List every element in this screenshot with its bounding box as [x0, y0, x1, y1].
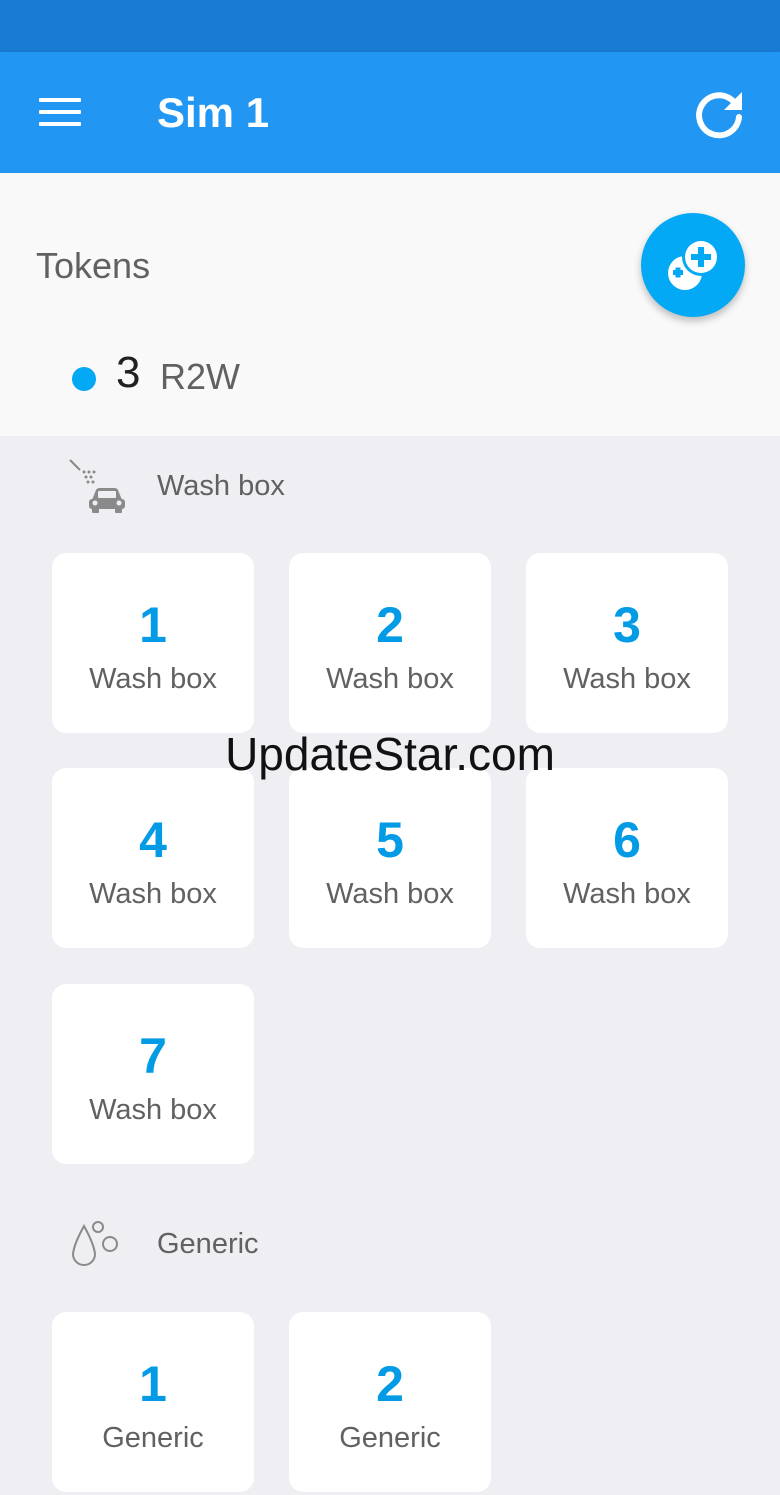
- wash-box-card-7[interactable]: 7 Wash box: [52, 984, 254, 1164]
- watermark: UpdateStar.com: [225, 728, 555, 780]
- status-bar: [0, 0, 780, 52]
- app-bar: Sim 1: [0, 52, 780, 173]
- wash-box-card-3[interactable]: 3 Wash box: [526, 553, 728, 733]
- hamburger-menu-icon[interactable]: [36, 92, 84, 132]
- tokens-panel: Tokens 3 R2W: [0, 173, 780, 436]
- card-number: 4: [139, 812, 167, 868]
- section-label: Wash box: [157, 470, 285, 502]
- card-label: Wash box: [89, 1094, 217, 1126]
- card-label: Wash box: [326, 878, 454, 910]
- generic-card-1[interactable]: 1 Generic: [52, 1312, 254, 1492]
- card-number: 6: [613, 812, 641, 868]
- card-label: Wash box: [326, 663, 454, 695]
- section-header-generic: Generic: [0, 1204, 780, 1274]
- wash-box-card-4[interactable]: 4 Wash box: [52, 768, 254, 948]
- app-title: Sim 1: [157, 89, 270, 136]
- card-label: Wash box: [563, 878, 691, 910]
- card-label: Wash box: [563, 663, 691, 695]
- card-number: 2: [376, 1356, 404, 1412]
- token-count: 3: [116, 348, 141, 397]
- card-number: 3: [613, 597, 641, 653]
- section-label: Generic: [157, 1228, 259, 1260]
- section-header-wash-box: Wash box: [0, 446, 780, 516]
- card-label: Generic: [339, 1422, 441, 1454]
- card-number: 1: [139, 597, 167, 653]
- wash-box-card-6[interactable]: 6 Wash box: [526, 768, 728, 948]
- wash-box-card-2[interactable]: 2 Wash box: [289, 553, 491, 733]
- card-number: 1: [139, 1356, 167, 1412]
- card-number: 2: [376, 597, 404, 653]
- add-tokens-button[interactable]: [641, 213, 745, 317]
- tokens-title: Tokens: [36, 245, 151, 286]
- add-tokens-icon: [668, 238, 720, 290]
- card-number: 5: [376, 812, 404, 868]
- token-unit: R2W: [160, 356, 240, 397]
- card-label: Generic: [102, 1422, 204, 1454]
- card-number: 7: [139, 1028, 167, 1084]
- water-drops-icon: [66, 1214, 126, 1279]
- wash-box-card-5[interactable]: 5 Wash box: [289, 768, 491, 948]
- generic-card-2[interactable]: 2 Generic: [289, 1312, 491, 1492]
- card-label: Wash box: [89, 663, 217, 695]
- refresh-icon[interactable]: [690, 86, 748, 144]
- car-wash-icon: [66, 456, 130, 521]
- token-status-dot: [72, 367, 96, 391]
- card-label: Wash box: [89, 878, 217, 910]
- wash-box-card-1[interactable]: 1 Wash box: [52, 553, 254, 733]
